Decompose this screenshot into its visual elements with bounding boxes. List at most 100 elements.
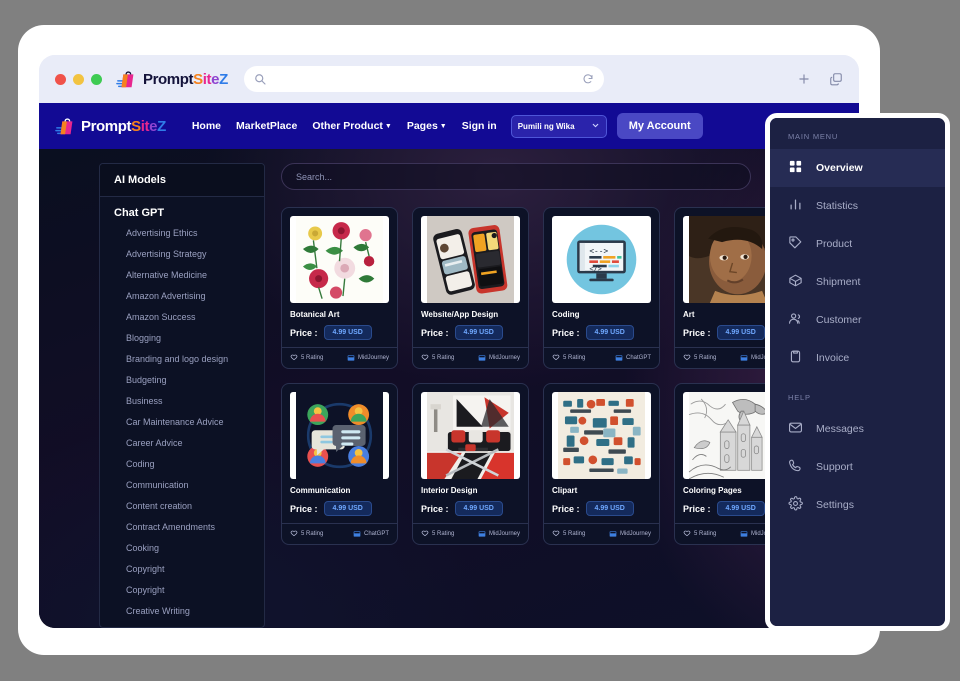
copy-tabs-icon[interactable] <box>829 72 843 86</box>
plus-icon[interactable] <box>797 72 811 86</box>
price-row: Price : 4.99 USD <box>421 501 520 516</box>
dashboard-item-customer-label: Customer <box>816 314 862 326</box>
sidebar-item[interactable]: Blogging <box>100 328 264 349</box>
sidebar-item[interactable]: Contract Amendments <box>100 517 264 538</box>
product-card-footer: 5 Rating MidJourney <box>282 347 397 368</box>
brand-part-z: Z <box>219 70 228 88</box>
product-card[interactable]: Interior Design Price : 4.99 USD 5 Ratin… <box>412 383 529 545</box>
marketplace-page: AI Models Chat GPT Advertising Ethics Ad… <box>39 149 859 628</box>
product-card[interactable]: Botanical Art Price : 4.99 USD 5 Rating <box>281 207 398 369</box>
address-bar[interactable] <box>243 66 604 92</box>
sidebar-item[interactable]: Car Maintenance Advice <box>100 412 264 433</box>
product-card-footer: 5 Rating ChatGPT <box>544 347 659 368</box>
nav-item-other-product-label: Other Product <box>312 120 383 132</box>
sidebar-item[interactable]: Branding and logo design <box>100 349 264 370</box>
dashboard-item-shipment[interactable]: Shipment <box>770 263 945 301</box>
price-label: Price : <box>290 327 318 338</box>
model-item: ChatGPT <box>353 530 389 538</box>
interior-design-thumbnail <box>421 392 520 479</box>
rating-label: 5 Rating <box>432 531 455 537</box>
maximize-window-button[interactable] <box>91 73 102 85</box>
website-app-design-thumbnail <box>421 216 520 303</box>
dashboard-item-product-label: Product <box>816 238 853 250</box>
sidebar-item[interactable]: Advertising Strategy <box>100 244 264 265</box>
sidebar-item[interactable]: Copyright <box>100 580 264 601</box>
dashboard-item-settings[interactable]: Settings <box>770 486 945 524</box>
dashboard-item-overview[interactable]: Overview <box>770 149 945 187</box>
rating-label: 5 Rating <box>301 355 324 361</box>
rating-label: 5 Rating <box>563 355 586 361</box>
product-card[interactable]: Website/App Design Price : 4.99 USD 5 Ra… <box>412 207 529 369</box>
sidebar-item[interactable]: Communication <box>100 475 264 496</box>
dashboard-menu-spacer <box>770 377 945 389</box>
dashboard-item-messages-label: Messages <box>816 423 864 435</box>
dashboard-item-product[interactable]: Product <box>770 225 945 263</box>
dashboard-item-customer[interactable]: Customer <box>770 301 945 339</box>
brand-part-z: Z <box>157 117 166 135</box>
sidebar-item[interactable]: Dating Advice <box>100 622 264 627</box>
sidebar-item[interactable]: Cooking <box>100 538 264 559</box>
sidebar-item[interactable]: Content creation <box>100 496 264 517</box>
dashboard-item-statistics[interactable]: Statistics <box>770 187 945 225</box>
sidebar-item[interactable]: Copyright <box>100 559 264 580</box>
dashboard-side-panel: MAIN MENU Overview Statistics Product Sh… <box>765 113 950 631</box>
model-label: MidJourney <box>488 355 520 361</box>
sidebar-item[interactable]: Amazon Advertising <box>100 286 264 307</box>
sidebar-item[interactable]: Career Advice <box>100 433 264 454</box>
price-row: Price : 4.99 USD <box>290 501 389 516</box>
model-item: ChatGPT <box>615 354 651 362</box>
browser-brand-logo: PromptSiteZ <box>116 68 228 90</box>
product-card[interactable]: Communication Price : 4.99 USD 5 Rating <box>281 383 398 545</box>
model-label: ChatGPT <box>363 531 389 537</box>
sidebar-item[interactable]: Coding <box>100 454 264 475</box>
nav-item-pages[interactable]: Pages ▼ <box>407 120 447 132</box>
dashboard-item-invoice[interactable]: Invoice <box>770 339 945 377</box>
product-card-body: Website/App Design Price : 4.99 USD <box>413 303 528 347</box>
dashboard-item-messages[interactable]: Messages <box>770 410 945 448</box>
product-card-footer: 5 Rating MidJourney <box>413 347 528 368</box>
sidebar-item[interactable]: Amazon Success <box>100 307 264 328</box>
close-window-button[interactable] <box>55 73 66 85</box>
my-account-button[interactable]: My Account <box>616 113 703 139</box>
brand-wordmark: PromptSiteZ <box>143 71 228 88</box>
rating-item: 5 Rating <box>552 529 585 539</box>
nav-item-home[interactable]: Home <box>192 120 221 132</box>
minimize-window-button[interactable] <box>73 73 84 85</box>
model-label: MidJourney <box>488 531 520 537</box>
rating-item: 5 Rating <box>421 353 454 363</box>
chevron-down-icon: ▼ <box>439 122 447 130</box>
sidebar-item[interactable]: Business <box>100 391 264 412</box>
sidebar-item[interactable]: Creative Writing <box>100 601 264 622</box>
site-logo[interactable]: PromptSiteZ <box>55 115 166 137</box>
brand-part-prompt: Prompt <box>81 117 132 135</box>
search-icon <box>254 73 266 85</box>
sidebar-item[interactable]: Alternative Medicine <box>100 265 264 286</box>
dashboard-item-statistics-label: Statistics <box>816 200 859 212</box>
product-card[interactable]: <--> </> Coding Price: 4.99 USD 5 Ratin… <box>543 207 660 369</box>
reload-icon[interactable] <box>582 73 594 85</box>
clipart-thumbnail <box>552 392 651 479</box>
nav-item-other-product[interactable]: Other Product ▼ <box>312 120 392 132</box>
product-card[interactable]: Clipart Price : 4.99 USD 5 Rating MidJou… <box>543 383 660 545</box>
search-input[interactable]: Search... <box>281 163 751 190</box>
sidebar-item[interactable]: Budgeting <box>100 370 264 391</box>
dashboard-item-support[interactable]: Support <box>770 448 945 486</box>
price-value: 4.99 USD <box>585 325 634 340</box>
nav-links: Home MarketPlace Other Product ▼ Pages ▼ S… <box>192 120 497 132</box>
search-placeholder: Search... <box>296 171 333 182</box>
language-select[interactable]: Pumili ng Wika <box>510 114 607 138</box>
heart-icon <box>552 529 560 539</box>
rating-item: 5 Rating <box>290 529 323 539</box>
chevron-down-icon: ▼ <box>384 122 392 130</box>
nav-item-home-label: Home <box>191 120 222 132</box>
communication-thumbnail <box>290 392 389 479</box>
price-value: 4.99 USD <box>323 325 372 340</box>
product-card-footer: 5 Rating MidJourney <box>544 523 659 544</box>
sidebar-item[interactable]: Advertising Ethics <box>100 223 264 244</box>
product-card-footer: 5 Rating MidJourney <box>413 523 528 544</box>
nav-item-sign-in[interactable]: Sign in <box>462 120 497 132</box>
model-item: MidJourney <box>347 354 389 362</box>
rating-label: 5 Rating <box>694 531 717 537</box>
price-value: 4.99 USD <box>454 325 503 340</box>
nav-item-marketplace[interactable]: MarketPlace <box>236 120 297 132</box>
